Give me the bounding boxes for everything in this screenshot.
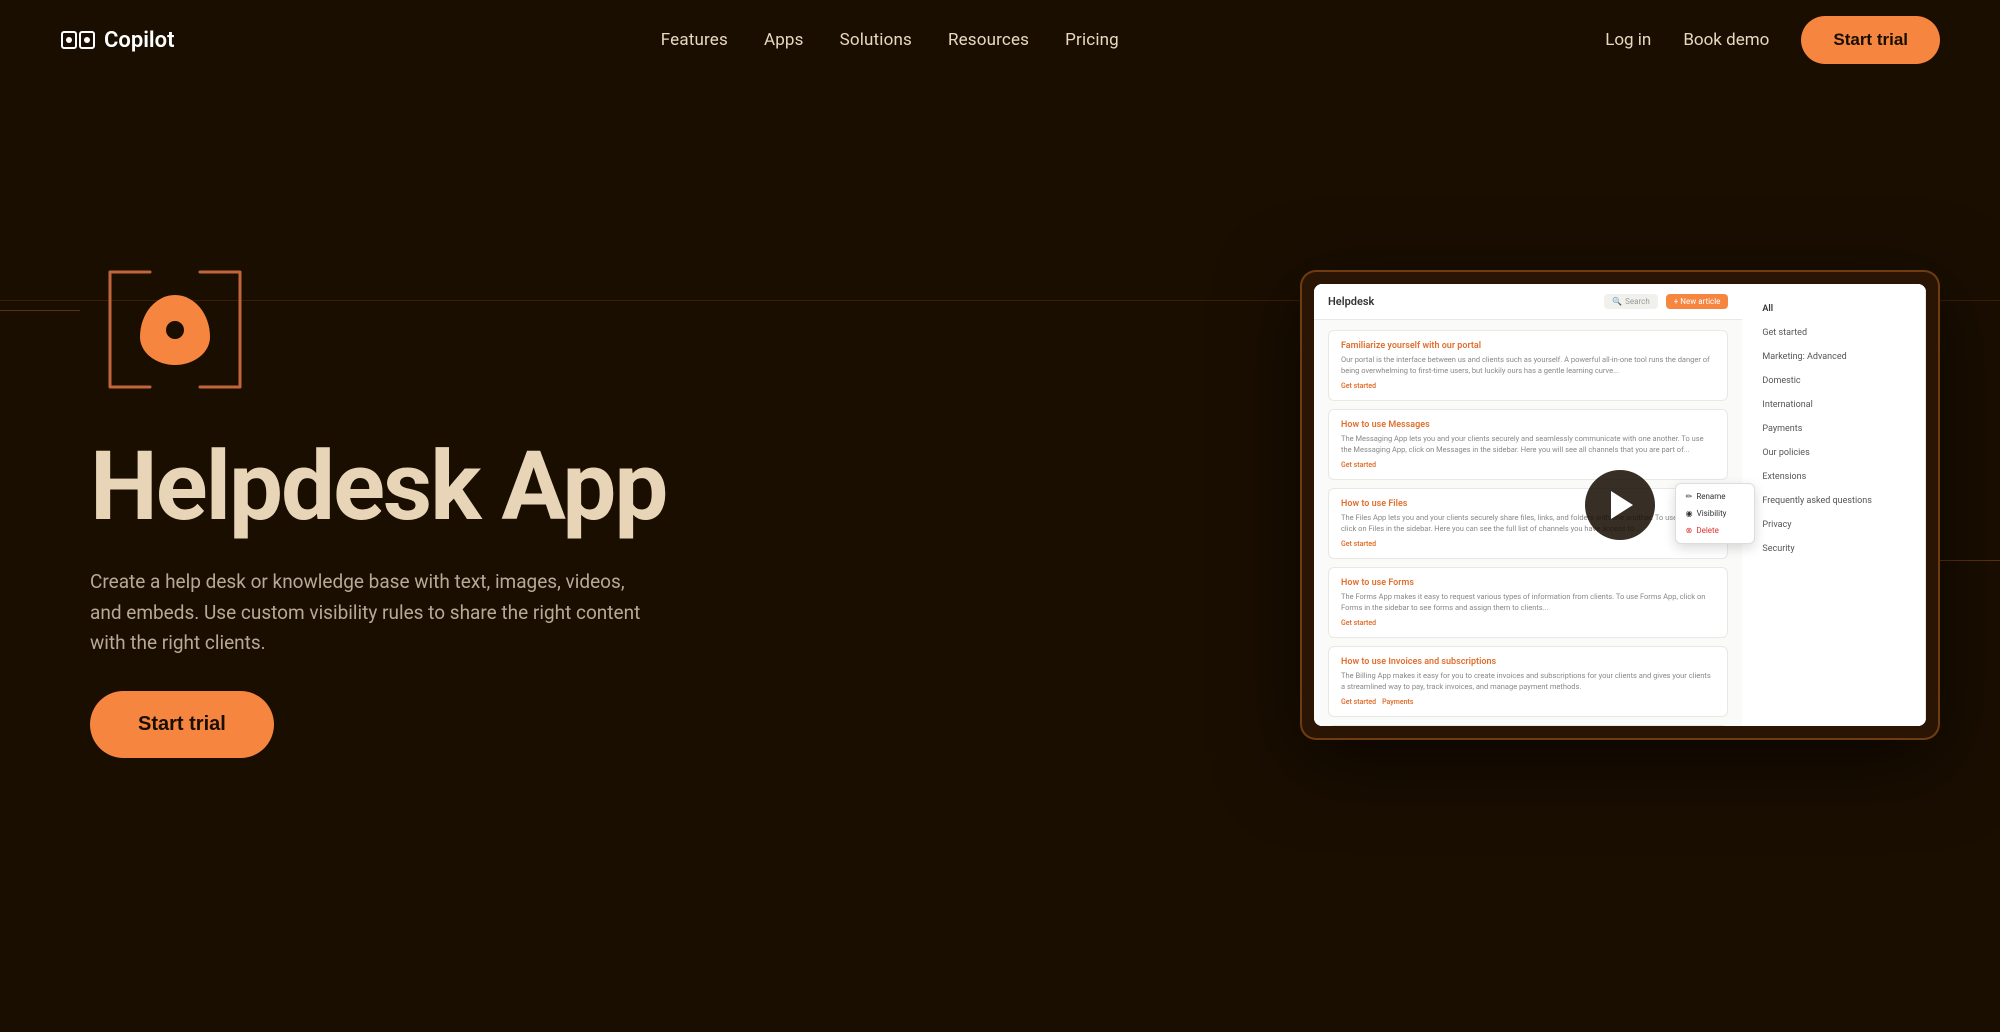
start-trial-nav-button[interactable]: Start trial (1801, 16, 1940, 64)
hero-left: Helpdesk App Create a help desk or knowl… (90, 252, 666, 757)
visibility-label: Visibility (1697, 509, 1727, 518)
hero-section: Helpdesk App Create a help desk or knowl… (0, 80, 2000, 950)
rename-icon: ✏ (1686, 492, 1693, 501)
mock-article-5-body: The Billing App makes it easy for you to… (1341, 671, 1715, 692)
mock-sidebar: All Get started Marketing: Advanced Dome… (1742, 284, 1926, 726)
mock-article-1-title: Familiarize yourself with our portal (1341, 341, 1715, 351)
mock-sidebar-get-started[interactable]: Get started (1754, 324, 1913, 342)
mockup-inner: Helpdesk 🔍 Search + New article Fam (1314, 284, 1926, 726)
mock-context-menu: ✏ Rename ◉ Visibility ⊗ Delete (1675, 483, 1755, 544)
delete-label: Delete (1696, 526, 1719, 535)
mock-topbar-title: Helpdesk (1328, 295, 1374, 308)
mock-article-4-tag-0: Get started (1341, 619, 1376, 627)
mock-article-5-tag-1: Payments (1382, 698, 1413, 706)
nav-resources[interactable]: Resources (948, 30, 1029, 50)
hero-icon-dot (166, 321, 184, 339)
logo-link[interactable]: Copilot (60, 22, 174, 58)
mock-sidebar-extensions[interactable]: Extensions (1754, 468, 1913, 486)
mock-new-article-button[interactable]: + New article (1666, 294, 1729, 309)
navigation: Copilot Features Apps Solutions Resource… (0, 0, 2000, 80)
mockup-container: Helpdesk 🔍 Search + New article Fam (1300, 270, 1940, 740)
search-icon: 🔍 (1612, 297, 1622, 306)
mock-article-6: How to use the Helpdesk The Knowledge ba… (1328, 725, 1728, 726)
mock-sidebar-all[interactable]: All (1754, 300, 1913, 318)
mock-article-1-tags: Get started (1341, 382, 1715, 390)
mock-article-1-tag-0: Get started (1341, 382, 1376, 390)
hero-title: Helpdesk App (90, 439, 666, 535)
delete-icon: ⊗ (1686, 526, 1693, 535)
mock-article-4-tags: Get started (1341, 619, 1715, 627)
mock-article-5-tags: Get started Payments (1341, 698, 1715, 706)
mock-article-3-title: How to use Files (1341, 499, 1715, 509)
mock-article-5-title: How to use Invoices and subscriptions (1341, 657, 1715, 667)
mock-article-2-body: The Messaging App lets you and your clie… (1341, 434, 1715, 455)
mock-context-delete[interactable]: ⊗ Delete (1676, 522, 1754, 539)
mock-article-3-body: The Files App lets you and your clients … (1341, 513, 1715, 534)
mock-article-2-tags: Get started (1341, 461, 1715, 469)
nav-links: Features Apps Solutions Resources Pricin… (661, 30, 1119, 50)
visibility-icon: ◉ (1686, 509, 1693, 518)
mock-sidebar-marketing[interactable]: Marketing: Advanced (1754, 348, 1913, 366)
nav-features[interactable]: Features (661, 30, 728, 50)
nav-right: Log in Book demo Start trial (1605, 16, 1940, 64)
login-link[interactable]: Log in (1605, 30, 1651, 50)
mock-sidebar-privacy[interactable]: Privacy (1754, 516, 1913, 534)
rename-label: Rename (1696, 492, 1725, 501)
mock-article-2: How to use Messages The Messaging App le… (1328, 409, 1728, 480)
hero-right: Helpdesk 🔍 Search + New article Fam (1300, 270, 1940, 740)
mock-article-5: How to use Invoices and subscriptions Th… (1328, 646, 1728, 717)
mock-article-4: How to use Forms The Forms App makes it … (1328, 567, 1728, 638)
mock-sidebar-payments[interactable]: Payments (1754, 420, 1913, 438)
logo-text: Copilot (104, 28, 174, 53)
nav-pricing[interactable]: Pricing (1065, 30, 1119, 50)
mock-topbar: Helpdesk 🔍 Search + New article (1314, 284, 1742, 320)
mock-article-3-tags: Get started (1341, 540, 1715, 548)
book-demo-link[interactable]: Book demo (1683, 30, 1769, 50)
mock-context-rename[interactable]: ✏ Rename (1676, 488, 1754, 505)
mock-article-1: Familiarize yourself with our portal Our… (1328, 330, 1728, 401)
hero-subtitle: Create a help desk or knowledge base wit… (90, 567, 650, 658)
mock-context-visibility[interactable]: ◉ Visibility (1676, 505, 1754, 522)
mock-sidebar-security[interactable]: Security (1754, 540, 1913, 558)
mock-search-bar[interactable]: 🔍 Search (1604, 294, 1658, 309)
mock-article-5-tag-0: Get started (1341, 698, 1376, 706)
nav-apps[interactable]: Apps (764, 30, 804, 50)
start-trial-hero-button[interactable]: Start trial (90, 691, 274, 758)
mock-article-2-title: How to use Messages (1341, 420, 1715, 430)
mock-article-1-body: Our portal is the interface between us a… (1341, 355, 1715, 376)
mock-sidebar-domestic[interactable]: Domestic (1754, 372, 1913, 390)
mock-sidebar-faq[interactable]: Frequently asked questions (1754, 492, 1913, 510)
mock-article-4-body: The Forms App makes it easy to request v… (1341, 592, 1715, 613)
hero-icon-container (90, 252, 260, 407)
mock-article-2-tag-0: Get started (1341, 461, 1376, 469)
mock-sidebar-international[interactable]: International (1754, 396, 1913, 414)
mock-sidebar-our-policies[interactable]: Our policies (1754, 444, 1913, 462)
nav-solutions[interactable]: Solutions (840, 30, 912, 50)
play-button[interactable] (1585, 470, 1655, 540)
logo-icon (60, 22, 96, 58)
mock-article-4-title: How to use Forms (1341, 578, 1715, 588)
mock-article-3-tag-0: Get started (1341, 540, 1376, 548)
mock-topbar-right: 🔍 Search + New article (1604, 294, 1728, 309)
search-label: Search (1625, 297, 1650, 306)
deco-line-left (0, 310, 80, 311)
mock-article-3: How to use Files The Files App lets you … (1328, 488, 1728, 559)
